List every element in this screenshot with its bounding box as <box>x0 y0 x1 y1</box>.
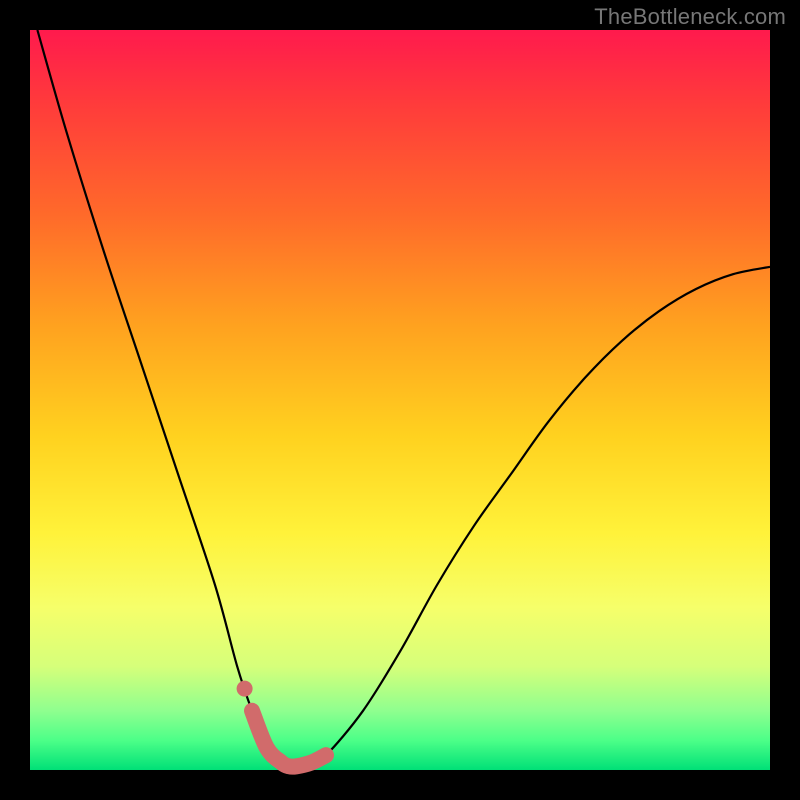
plot-area <box>30 30 770 770</box>
curve-svg <box>30 30 770 770</box>
bottleneck-curve <box>37 30 770 767</box>
watermark-text: TheBottleneck.com <box>594 4 786 30</box>
chart-frame: TheBottleneck.com <box>0 0 800 800</box>
curve-marker-dot <box>237 681 253 697</box>
optimal-zone-marker <box>252 711 326 767</box>
